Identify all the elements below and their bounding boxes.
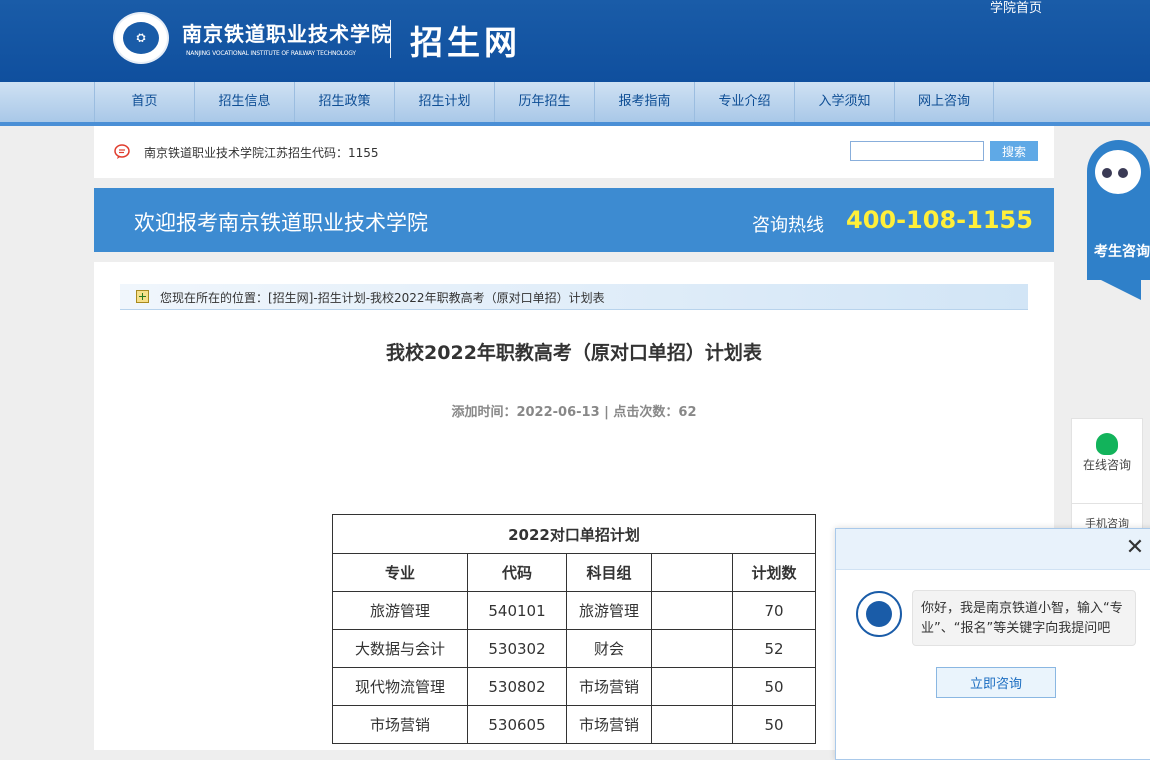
cell-count: 52 [732, 629, 816, 668]
hotline-number: 400-108-1155 [846, 206, 1033, 234]
notice-bar: 南京铁道职业技术学院江苏招生代码：1155 搜索 [94, 126, 1054, 178]
chat-popup: ✕ 你好，我是南京铁道小智，输入“专业”、“报名”等关键字向我提问吧 立即咨询 [835, 528, 1150, 760]
home-link[interactable]: 学院首页 [990, 0, 1042, 16]
table-caption: 2022对口单招计划 [332, 514, 816, 554]
cell-subject: 市场营销 [566, 705, 652, 744]
cell-count: 50 [732, 705, 816, 744]
nav-item-guide[interactable]: 报考指南 [594, 82, 694, 122]
close-icon[interactable]: ✕ [1124, 537, 1146, 559]
cell-blank [651, 667, 733, 706]
header-major: 专业 [332, 553, 468, 592]
nav-item-home[interactable]: 首页 [94, 82, 194, 122]
nav-item-majors[interactable]: 专业介绍 [694, 82, 794, 122]
cell-blank [651, 629, 733, 668]
nav-item-policy[interactable]: 招生政策 [294, 82, 394, 122]
search-input[interactable] [850, 141, 984, 161]
chat-message: 你好，我是南京铁道小智，输入“专业”、“报名”等关键字向我提问吧 [912, 590, 1136, 646]
welcome-banner: 欢迎报考南京铁道职业技术学院 咨询热线 400-108-1155 [94, 188, 1054, 252]
school-name-en: NANJING VOCATIONAL INSTITUTE OF RAILWAY … [186, 50, 356, 57]
nav-item-admission[interactable]: 入学须知 [794, 82, 894, 122]
cell-count: 50 [732, 667, 816, 706]
article-title: 我校2022年职教高考（原对口单招）计划表 [386, 342, 762, 364]
cell-major: 旅游管理 [332, 591, 468, 630]
cell-blank [651, 591, 733, 630]
school-seal-icon [856, 591, 902, 637]
robot-icon [1087, 140, 1150, 206]
chat-header: ✕ [836, 529, 1150, 570]
article-meta: 添加时间：2022-06-13 | 点击次数：62 [451, 405, 697, 420]
school-name-cn: 南京铁道职业技术学院 [182, 22, 392, 46]
cell-subject: 财会 [566, 629, 652, 668]
header-code: 代码 [467, 553, 567, 592]
notice-text: 南京铁道职业技术学院江苏招生代码：1155 [144, 146, 379, 160]
cell-code: 530302 [467, 629, 567, 668]
main-nav: 首页 招生信息 招生政策 招生计划 历年招生 报考指南 专业介绍 入学须知 网上… [0, 82, 1150, 126]
cell-subject: 市场营销 [566, 667, 652, 706]
header-subject: 科目组 [566, 553, 652, 592]
search-button[interactable]: 搜索 [990, 141, 1038, 161]
table-row: 大数据与会计 530302 财会 52 [332, 629, 816, 668]
cell-count: 70 [732, 591, 816, 630]
consult-side-tab[interactable]: 考生咨询 [1087, 140, 1150, 300]
consult-now-button[interactable]: 立即咨询 [936, 667, 1056, 698]
header-divider [390, 20, 391, 58]
header-count: 计划数 [732, 553, 816, 592]
plus-folder-icon [136, 290, 149, 303]
cell-code: 540101 [467, 591, 567, 630]
cell-subject: 旅游管理 [566, 591, 652, 630]
side-tab-label: 考生咨询 [1094, 244, 1150, 260]
nav-item-consult[interactable]: 网上咨询 [894, 82, 994, 122]
table-row: 现代物流管理 530802 市场营销 50 [332, 667, 816, 706]
hotline-label: 咨询热线 [752, 215, 824, 236]
speech-bubble-icon [114, 144, 130, 159]
banner-title: 欢迎报考南京铁道职业技术学院 [134, 211, 428, 235]
nav-item-history[interactable]: 历年招生 [494, 82, 594, 122]
cell-blank [651, 705, 733, 744]
table-header-row: 专业 代码 科目组 计划数 [332, 553, 816, 592]
cell-code: 530605 [467, 705, 567, 744]
plan-table: 2022对口单招计划 专业 代码 科目组 计划数 旅游管理 540101 旅游管… [332, 514, 816, 744]
online-consult-label[interactable]: 在线咨询 [1072, 456, 1142, 473]
ribbon-tail [1101, 280, 1141, 300]
breadcrumb-text: 您现在所在的位置：[招生网]-招生计划-我校2022年职教高考（原对口单招）计划… [160, 291, 605, 305]
site-header: ⛭ 南京铁道职业技术学院 NANJING VOCATIONAL INSTITUT… [0, 0, 1150, 82]
cell-major: 大数据与会计 [332, 629, 468, 668]
nav-items: 首页 招生信息 招生政策 招生计划 历年招生 报考指南 专业介绍 入学须知 网上… [94, 82, 994, 122]
chat-person-icon [1096, 433, 1118, 455]
table-row: 市场营销 530605 市场营销 50 [332, 705, 816, 744]
breadcrumb: 您现在所在的位置：[招生网]-招生计划-我校2022年职教高考（原对口单招）计划… [120, 284, 1028, 310]
table-row: 旅游管理 540101 旅游管理 70 [332, 591, 816, 630]
table-caption-row: 2022对口单招计划 [332, 514, 816, 554]
cell-major: 市场营销 [332, 705, 468, 744]
cell-major: 现代物流管理 [332, 667, 468, 706]
nav-item-plan[interactable]: 招生计划 [394, 82, 494, 122]
header-blank [651, 553, 733, 592]
site-name: 招生网 [410, 23, 521, 62]
school-seal-icon[interactable]: ⛭ [113, 12, 169, 64]
cell-code: 530802 [467, 667, 567, 706]
nav-item-info[interactable]: 招生信息 [194, 82, 294, 122]
